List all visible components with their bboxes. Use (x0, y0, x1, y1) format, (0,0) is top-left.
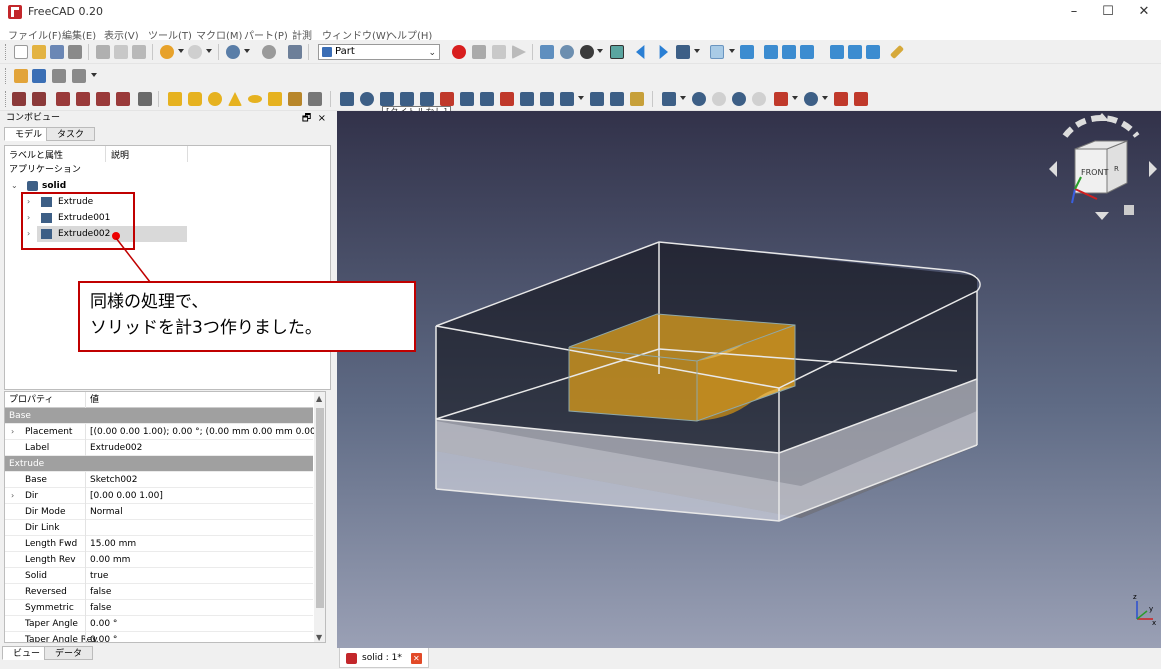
document-tab-bar: solid : 1* ✕ (337, 648, 1161, 669)
close-tab-icon[interactable]: ✕ (410, 653, 422, 664)
document-tab-label: solid : 1* (362, 653, 402, 663)
freecad-doc-icon (346, 653, 357, 664)
document-tab[interactable]: solid : 1* ✕ (339, 648, 429, 668)
annotation-line-1: 同様の処理で、 (90, 292, 209, 312)
annotation-callout: 同様の処理で、 ソリッドを計3つ作りました。 (78, 281, 416, 352)
callout-line (115, 237, 151, 283)
annotation-line-2: ソリッドを計3つ作りました。 (90, 318, 322, 338)
freecad-window: FreeCAD 0.20 – ☐ ✕ ファイル(F) 編集(E) 表示(V) ツ… (0, 0, 1161, 669)
